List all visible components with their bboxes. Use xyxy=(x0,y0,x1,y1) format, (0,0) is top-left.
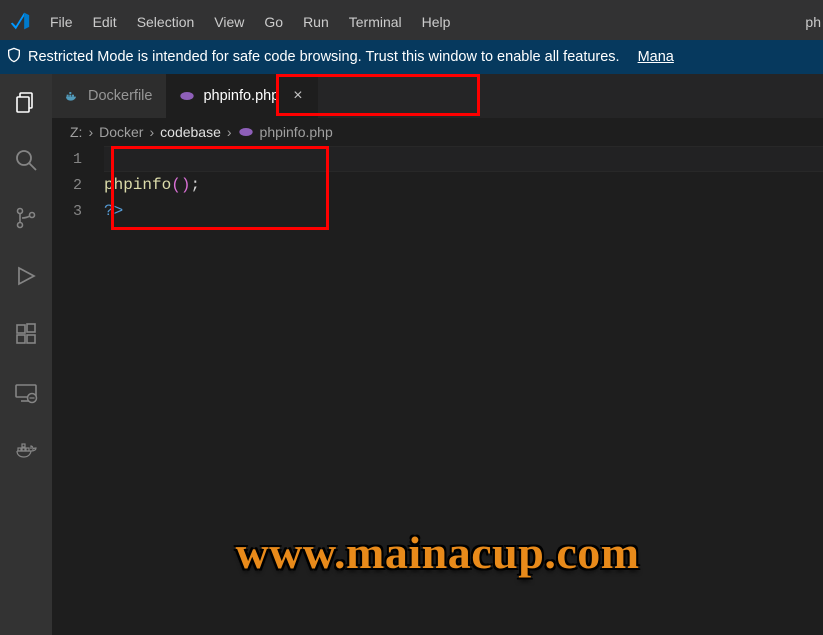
line-number: 1 xyxy=(52,151,104,168)
code-line[interactable]: 1<?php xyxy=(52,146,823,172)
explorer-icon[interactable] xyxy=(12,88,40,116)
extensions-icon[interactable] xyxy=(12,320,40,348)
code-content[interactable]: <?php xyxy=(104,150,152,168)
manage-link[interactable]: Mana xyxy=(638,49,674,65)
main-area: Dockerfile phpinfo.php × Z: › Docker › c… xyxy=(0,74,823,635)
menu-edit[interactable]: Edit xyxy=(83,14,127,30)
banner-text: Restricted Mode is intended for safe cod… xyxy=(28,49,620,65)
chevron-right-icon: › xyxy=(149,124,154,140)
menu-terminal[interactable]: Terminal xyxy=(339,14,412,30)
chevron-right-icon: › xyxy=(227,124,232,140)
tab-phpinfo[interactable]: phpinfo.php × xyxy=(167,74,317,118)
search-icon[interactable] xyxy=(12,146,40,174)
docker-file-icon xyxy=(64,88,80,104)
code-content[interactable]: phpinfo(); xyxy=(104,176,200,194)
shield-icon xyxy=(6,47,22,67)
tab-label: Dockerfile xyxy=(88,88,152,104)
chevron-right-icon: › xyxy=(88,124,93,140)
php-file-icon xyxy=(179,88,195,104)
code-line[interactable]: 2phpinfo(); xyxy=(52,172,823,198)
docker-icon[interactable] xyxy=(12,436,40,464)
crumb[interactable]: Docker xyxy=(99,124,143,140)
menu-help[interactable]: Help xyxy=(412,14,461,30)
close-icon[interactable]: × xyxy=(293,88,302,104)
line-number: 2 xyxy=(52,177,104,194)
crumb[interactable]: phpinfo.php xyxy=(260,124,333,140)
crumb[interactable]: codebase xyxy=(160,124,221,140)
php-file-icon xyxy=(238,124,254,140)
vscode-logo-icon xyxy=(10,11,30,34)
menu-view[interactable]: View xyxy=(204,14,254,30)
menu-run[interactable]: Run xyxy=(293,14,339,30)
menu-file[interactable]: File xyxy=(40,14,83,30)
editor-area: Dockerfile phpinfo.php × Z: › Docker › c… xyxy=(52,74,823,635)
tab-label: phpinfo.php xyxy=(203,88,279,104)
window-title-fragment: ph xyxy=(805,14,823,30)
menu-go[interactable]: Go xyxy=(254,14,293,30)
tab-dockerfile[interactable]: Dockerfile xyxy=(52,74,167,118)
restricted-mode-banner: Restricted Mode is intended for safe cod… xyxy=(0,40,823,74)
tab-bar: Dockerfile phpinfo.php × xyxy=(52,74,823,118)
watermark-text: www.mainacup.com xyxy=(235,526,639,579)
activity-bar xyxy=(0,74,52,635)
run-debug-icon[interactable] xyxy=(12,262,40,290)
menu-selection[interactable]: Selection xyxy=(127,14,205,30)
menu-bar: FileEditSelectionViewGoRunTerminalHelp p… xyxy=(0,0,823,40)
code-editor[interactable]: 1<?php2phpinfo();3?> www.mainacup.com xyxy=(52,146,823,635)
breadcrumb[interactable]: Z: › Docker › codebase › phpinfo.php xyxy=(52,118,823,146)
remote-explorer-icon[interactable] xyxy=(12,378,40,406)
crumb[interactable]: Z: xyxy=(70,124,82,140)
source-control-icon[interactable] xyxy=(12,204,40,232)
code-content[interactable]: ?> xyxy=(104,202,123,220)
code-line[interactable]: 3?> xyxy=(52,198,823,224)
line-number: 3 xyxy=(52,203,104,220)
